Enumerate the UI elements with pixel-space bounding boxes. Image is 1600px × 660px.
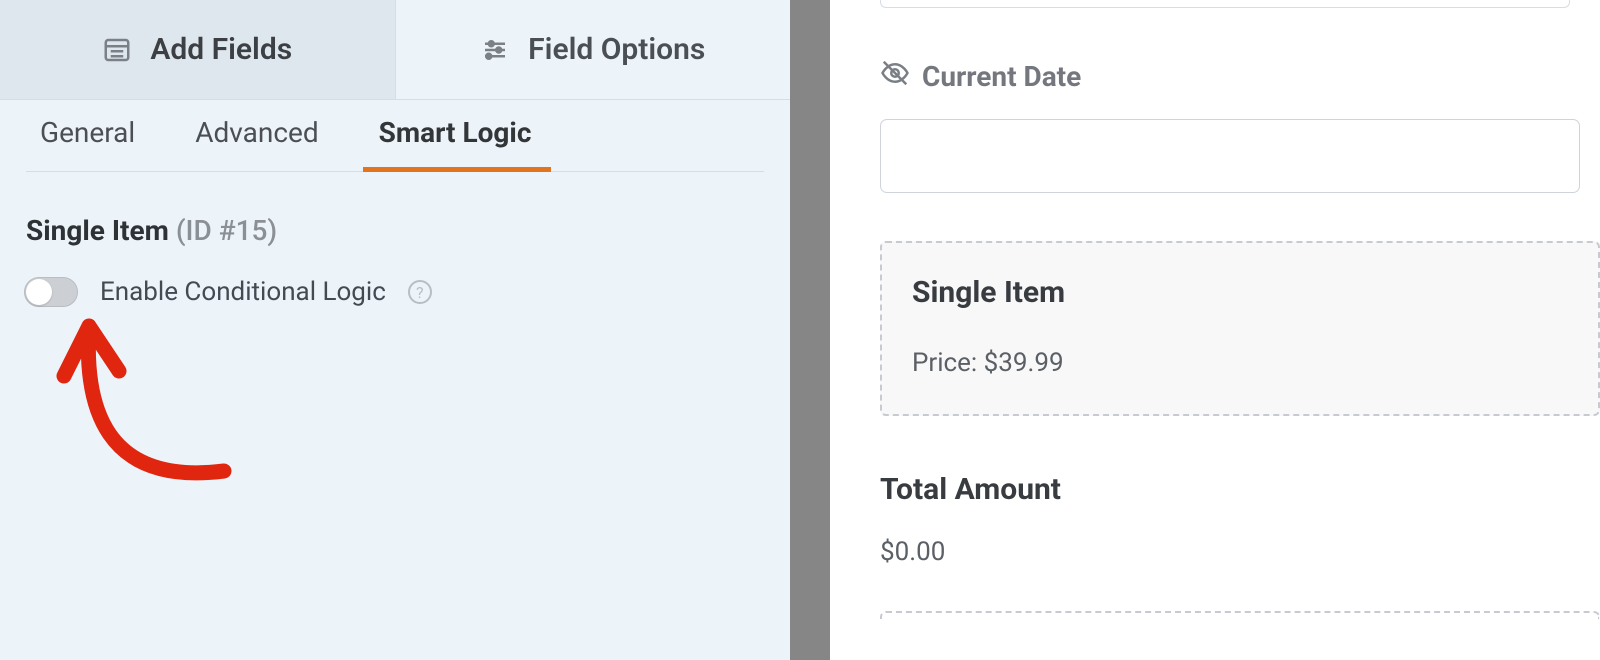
field-id: (ID #15): [176, 214, 277, 247]
total-title: Total Amount: [880, 472, 1600, 507]
panel-gutter: [790, 0, 830, 660]
preview-inner: Current Date Single Item Price: $39.99 T…: [830, 58, 1600, 619]
current-date-label: Current Date: [922, 60, 1081, 93]
conditional-logic-row: Enable Conditional Logic ?: [0, 265, 790, 319]
current-date-label-row: Current Date: [880, 58, 1600, 95]
toggle-knob: [26, 279, 52, 305]
total-value: $0.00: [880, 537, 1600, 567]
single-item-title: Single Item: [912, 275, 1568, 310]
field-name: Single Item: [26, 214, 169, 247]
cutoff-dashed-box: [880, 611, 1600, 619]
field-options-sidebar: Add Fields Field Options Ge: [0, 0, 790, 660]
eye-off-icon: [880, 58, 910, 95]
sub-tabs-wrap: General Advanced Smart Logic: [0, 100, 790, 172]
field-heading: Single Item (ID #15): [0, 172, 790, 265]
subtab-general[interactable]: General: [40, 116, 135, 155]
tab-field-options-label: Field Options: [528, 32, 705, 67]
cutoff-field: [880, 0, 1570, 8]
current-date-input[interactable]: [880, 119, 1580, 193]
sliders-icon: [480, 35, 510, 65]
subtab-smart-logic[interactable]: Smart Logic: [379, 116, 532, 155]
arrow-annotation: [44, 316, 244, 510]
top-tabs: Add Fields Field Options: [0, 0, 790, 100]
subtab-advanced[interactable]: Advanced: [195, 116, 318, 155]
active-tab-underline: [363, 167, 551, 172]
single-item-price: Price: $39.99: [912, 348, 1568, 378]
single-item-field[interactable]: Single Item Price: $39.99: [880, 241, 1600, 416]
form-preview: Current Date Single Item Price: $39.99 T…: [830, 0, 1600, 660]
conditional-logic-toggle[interactable]: [24, 277, 78, 307]
list-icon: [102, 35, 132, 65]
help-icon[interactable]: ?: [408, 280, 432, 304]
current-date-field: Current Date: [880, 58, 1600, 193]
tab-add-fields[interactable]: Add Fields: [0, 0, 396, 99]
app-root: Add Fields Field Options Ge: [0, 0, 1600, 660]
conditional-logic-label: Enable Conditional Logic: [100, 277, 386, 307]
sub-tabs: General Advanced Smart Logic: [26, 100, 764, 172]
tab-add-fields-label: Add Fields: [150, 32, 292, 67]
total-amount-field: Total Amount $0.00: [880, 472, 1600, 567]
tab-field-options[interactable]: Field Options: [396, 0, 791, 99]
